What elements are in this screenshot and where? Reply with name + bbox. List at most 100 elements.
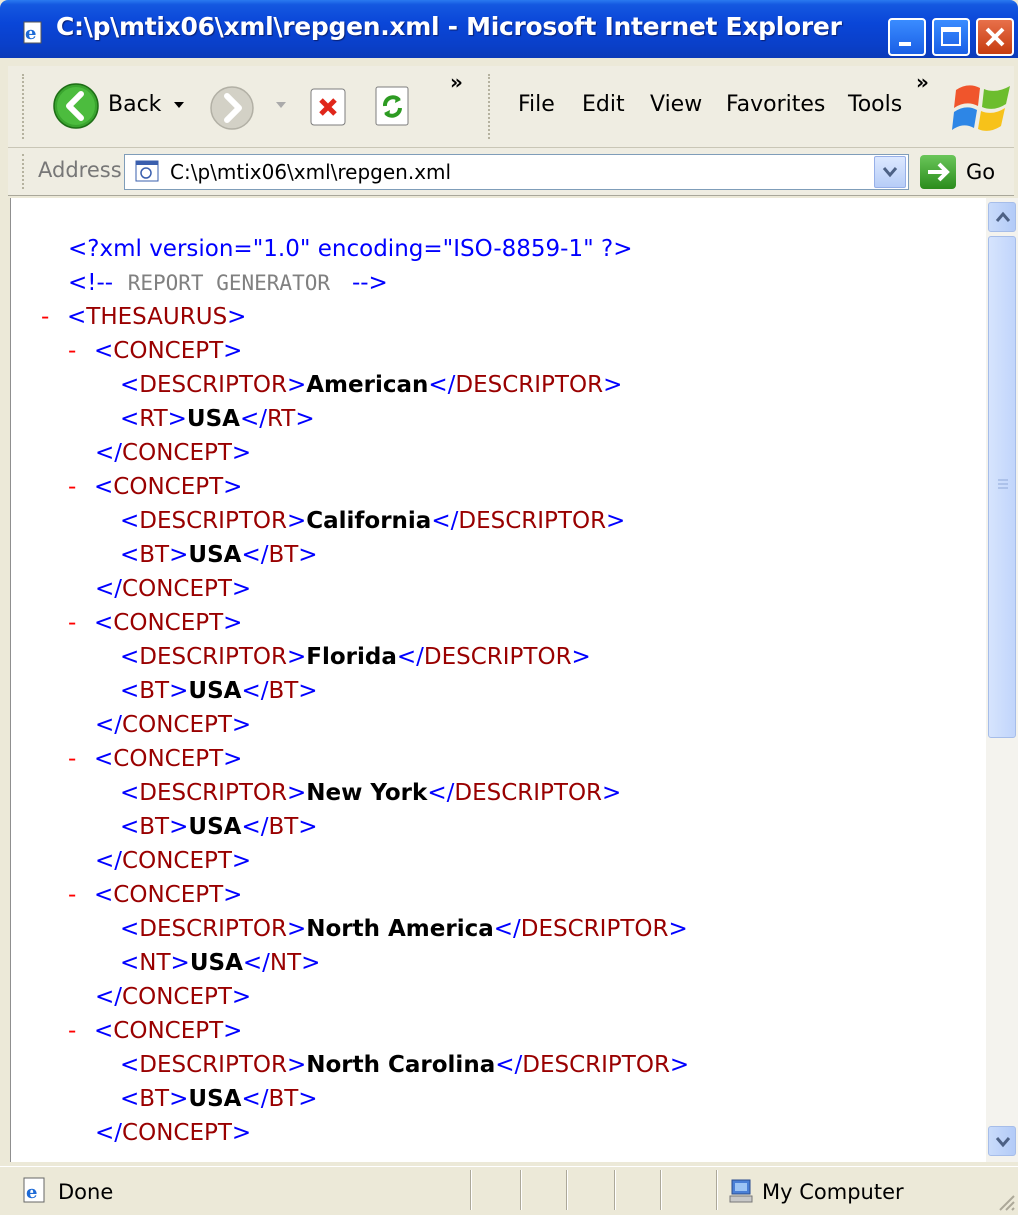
descriptor-value: North Carolina [306, 1052, 496, 1078]
concept-tag: CONCEPT [113, 882, 224, 908]
descriptor-value: New York [306, 780, 428, 806]
concept-close-line: </CONCEPT> [95, 848, 252, 874]
descriptor-line: <DESCRIPTOR>North Carolina</DESCRIPTOR> [120, 1052, 690, 1078]
title-bar[interactable]: e C:\p\mtix06\xml\repgen.xml - Microsoft… [0, 0, 1018, 58]
relation-tag: RT [267, 406, 296, 432]
relation-tag: BT [268, 542, 299, 568]
descriptor-tag: DESCRIPTOR [423, 644, 572, 670]
minimize-button[interactable] [888, 18, 926, 56]
maximize-button[interactable] [932, 18, 970, 56]
resize-grip-icon[interactable] [996, 1192, 1016, 1212]
status-separator [470, 1170, 472, 1210]
back-dropdown-icon[interactable] [174, 102, 184, 108]
xml-comment: <!-- REPORT GENERATOR --> [68, 266, 388, 300]
forward-dropdown-icon[interactable] [276, 102, 286, 108]
comment-open: <!-- [68, 270, 114, 296]
close-button[interactable] [976, 18, 1014, 56]
status-separator [660, 1170, 662, 1210]
chevron-down-icon [995, 1137, 1011, 1148]
toolbar-grip[interactable] [22, 74, 25, 139]
concept-close-line: </CONCEPT> [95, 440, 252, 466]
go-arrow-icon [928, 162, 950, 182]
addressbar-grip[interactable] [22, 154, 25, 189]
concept-tag: CONCEPT [113, 338, 224, 364]
scroll-thumb[interactable] [988, 236, 1016, 738]
maximize-icon [941, 27, 961, 46]
refresh-icon[interactable] [372, 84, 414, 128]
descriptor-tag: DESCRIPTOR [139, 916, 287, 942]
status-separator [614, 1170, 616, 1210]
descriptor-tag: DESCRIPTOR [454, 780, 603, 806]
concept-tag: CONCEPT [113, 1018, 224, 1044]
vertical-scrollbar[interactable] [986, 198, 1018, 1162]
descriptor-value: California [306, 508, 432, 534]
descriptor-tag: DESCRIPTOR [522, 1052, 670, 1078]
relation-tag: BT [139, 1086, 170, 1112]
minimize-icon [899, 42, 911, 46]
descriptor-tag: DESCRIPTOR [458, 508, 607, 534]
toolbar-overflow-chevron[interactable]: » [450, 70, 463, 94]
collapse-toggle[interactable]: - [68, 1014, 94, 1048]
comment-text: REPORT GENERATOR [127, 271, 331, 295]
chevron-up-icon [995, 211, 1011, 222]
address-value[interactable]: C:\p\mtix06\xml\repgen.xml [170, 160, 451, 184]
menu-file[interactable]: File [518, 92, 555, 117]
concept-open-line: - <CONCEPT> [68, 878, 242, 912]
svg-text:e: e [26, 1182, 37, 1203]
chevron-down-icon [882, 167, 898, 178]
relation-tag: BT [139, 814, 170, 840]
address-dropdown-button[interactable] [874, 156, 906, 188]
forward-arrow-icon[interactable] [208, 84, 256, 132]
descriptor-value: American [306, 372, 429, 398]
scroll-down-button[interactable] [988, 1126, 1016, 1156]
menu-overflow-chevron[interactable]: » [916, 70, 929, 94]
xml-document-view[interactable]: <?xml version="1.0" encoding="ISO-8859-1… [10, 198, 986, 1162]
menu-tools[interactable]: Tools [848, 92, 902, 117]
grip-lines-icon [998, 479, 1008, 489]
go-button[interactable] [920, 155, 956, 189]
relation-value: USA [188, 814, 242, 840]
collapse-toggle[interactable]: - [68, 742, 94, 776]
relation-line: <BT>USA</BT> [120, 1086, 318, 1112]
collapse-toggle[interactable]: - [68, 334, 94, 368]
thesaurus-open-line: - <THESAURUS> [41, 300, 246, 334]
xml-declaration: <?xml version="1.0" encoding="ISO-8859-1… [68, 236, 633, 262]
next-concept-partial: - - - - - - - [111, 1150, 213, 1162]
address-label: Address [38, 158, 122, 182]
relation-tag: NT [139, 950, 171, 976]
concept-close-line: </CONCEPT> [95, 1120, 252, 1146]
menu-view[interactable]: View [650, 92, 702, 117]
back-arrow-icon[interactable] [52, 82, 100, 130]
relation-value: USA [186, 406, 240, 432]
collapse-toggle[interactable]: - [68, 606, 94, 640]
go-label[interactable]: Go [966, 160, 995, 184]
relation-value: USA [189, 950, 243, 976]
collapse-toggle[interactable]: - [41, 300, 67, 334]
stop-icon[interactable] [308, 86, 350, 128]
concept-tag: CONCEPT [122, 440, 232, 466]
status-separator [716, 1170, 718, 1210]
concept-tag: CONCEPT [122, 848, 232, 874]
relation-line: <NT>USA</NT> [120, 950, 321, 976]
descriptor-tag: DESCRIPTOR [139, 780, 287, 806]
descriptor-line: <DESCRIPTOR>North America</DESCRIPTOR> [120, 916, 688, 942]
ie-page-icon: e [23, 1177, 45, 1203]
descriptor-value: North America [306, 916, 494, 942]
menubar-grip[interactable] [488, 74, 491, 139]
relation-value: USA [188, 542, 242, 568]
descriptor-tag: DESCRIPTOR [139, 1052, 287, 1078]
concept-open-line: - <CONCEPT> [68, 742, 242, 776]
collapse-toggle[interactable]: - [68, 470, 94, 504]
relation-value: USA [188, 678, 242, 704]
ie-document-icon: e [23, 21, 42, 44]
collapse-toggle[interactable]: - [68, 878, 94, 912]
back-button-label[interactable]: Back [108, 92, 161, 117]
concept-tag: CONCEPT [113, 474, 224, 500]
descriptor-line: <DESCRIPTOR>California</DESCRIPTOR> [120, 508, 626, 534]
descriptor-line: <DESCRIPTOR>American</DESCRIPTOR> [120, 372, 623, 398]
concept-open-line: - <CONCEPT> [68, 470, 242, 504]
concept-tag: CONCEPT [122, 1120, 232, 1146]
scroll-up-button[interactable] [988, 202, 1016, 232]
menu-favorites[interactable]: Favorites [726, 92, 825, 117]
menu-edit[interactable]: Edit [582, 92, 625, 117]
